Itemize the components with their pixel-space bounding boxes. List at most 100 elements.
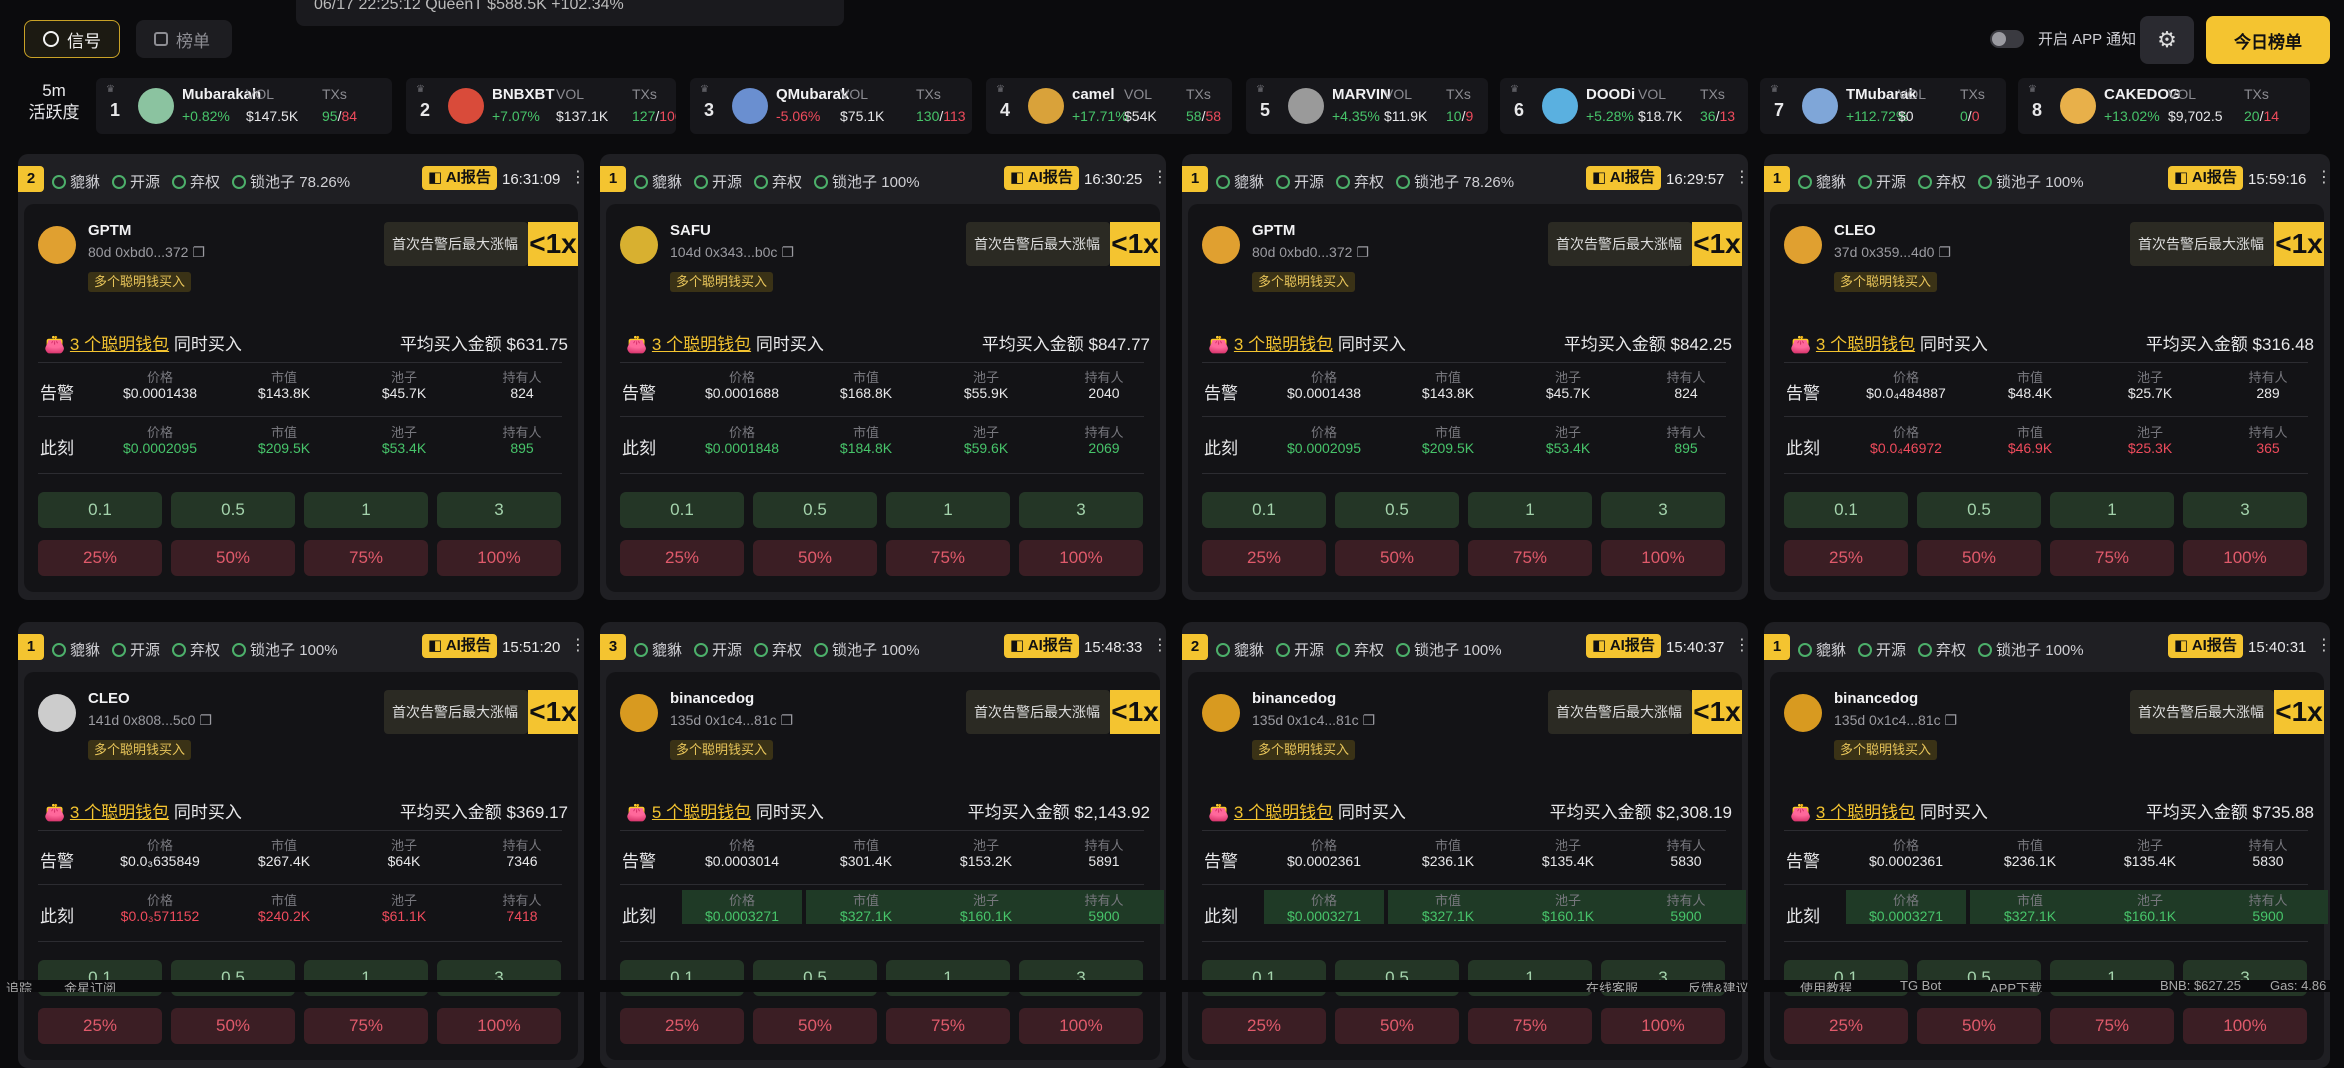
quick-buy-button[interactable]: 0.5 (171, 492, 295, 528)
ai-report-button[interactable]: ◧ AI报告 (422, 166, 497, 190)
quick-sell-button[interactable]: 50% (753, 1008, 877, 1044)
copy-icon[interactable]: ❐ (781, 244, 794, 260)
footer-tgbot[interactable]: TG Bot (1900, 980, 1941, 992)
quick-buy-button[interactable]: 0.5 (1917, 492, 2041, 528)
copy-icon[interactable]: ❐ (199, 712, 212, 728)
smart-wallet-link[interactable]: 3 个聪明钱包 (1234, 335, 1333, 354)
ticker-item[interactable]: ♛ 1 Mubarakah +0.82% VOL $147.5K TXs 95/84 (96, 78, 392, 134)
quick-sell-button[interactable]: 100% (437, 1008, 561, 1044)
more-icon[interactable]: ⋮ (2316, 167, 2330, 187)
more-icon[interactable]: ⋮ (1734, 635, 1748, 655)
quick-sell-button[interactable]: 100% (1019, 1008, 1143, 1044)
quick-sell-button[interactable]: 50% (1335, 540, 1459, 576)
quick-sell-button[interactable]: 100% (2183, 1008, 2307, 1044)
quick-sell-button[interactable]: 50% (1917, 540, 2041, 576)
quick-sell-button[interactable]: 75% (2050, 540, 2174, 576)
settings-button[interactable]: ⚙ (2140, 16, 2194, 64)
footer-subscribe[interactable]: 金星订阅 (64, 980, 116, 992)
quick-buy-button[interactable]: 1 (1468, 492, 1592, 528)
smart-wallet-link[interactable]: 3 个聪明钱包 (1816, 803, 1915, 822)
smart-wallet-link[interactable]: 3 个聪明钱包 (652, 335, 751, 354)
quick-sell-button[interactable]: 100% (437, 540, 561, 576)
ai-report-button[interactable]: ◧ AI报告 (1004, 166, 1079, 190)
copy-icon[interactable]: ❐ (1363, 712, 1376, 728)
ai-report-button[interactable]: ◧ AI报告 (1586, 166, 1661, 190)
more-icon[interactable]: ⋮ (570, 635, 584, 655)
notify-toggle[interactable] (1990, 30, 2024, 48)
quick-buy-button[interactable]: 3 (2183, 492, 2307, 528)
quick-sell-button[interactable]: 25% (38, 540, 162, 576)
quick-buy-button[interactable]: 0.1 (620, 492, 744, 528)
quick-sell-button[interactable]: 50% (1917, 1008, 2041, 1044)
quick-sell-button[interactable]: 50% (1335, 1008, 1459, 1044)
quick-buy-button[interactable]: 1 (886, 492, 1010, 528)
quick-buy-button[interactable]: 1 (304, 492, 428, 528)
copy-icon[interactable]: ❐ (1938, 244, 1951, 260)
smart-wallet-link[interactable]: 3 个聪明钱包 (70, 335, 169, 354)
timeframe-selector[interactable]: 5m 活跃度 (26, 80, 82, 124)
smart-wallet-link[interactable]: 3 个聪明钱包 (1816, 335, 1915, 354)
quick-sell-button[interactable]: 25% (1202, 1008, 1326, 1044)
ai-report-button[interactable]: ◧ AI报告 (422, 634, 497, 658)
quick-sell-button[interactable]: 75% (886, 540, 1010, 576)
quick-sell-button[interactable]: 50% (753, 540, 877, 576)
quick-sell-button[interactable]: 25% (1784, 540, 1908, 576)
smart-wallet-link[interactable]: 5 个聪明钱包 (652, 803, 751, 822)
quick-buy-button[interactable]: 3 (437, 492, 561, 528)
quick-buy-button[interactable]: 0.1 (1784, 492, 1908, 528)
quick-buy-button[interactable]: 3 (1019, 492, 1143, 528)
today-rank-button[interactable]: 今日榜单 (2206, 16, 2330, 64)
quick-sell-button[interactable]: 25% (1202, 540, 1326, 576)
ai-report-button[interactable]: ◧ AI报告 (2168, 634, 2243, 658)
more-icon[interactable]: ⋮ (570, 167, 584, 187)
ticker-item[interactable]: ♛ 7 TMubarak +112.72% VOL $0 TXs 0/0 (1760, 78, 2006, 134)
more-icon[interactable]: ⋮ (2316, 635, 2330, 655)
ticker-item[interactable]: ♛ 2 BNBXBT +7.07% VOL $137.1K TXs 127/100 (406, 78, 676, 134)
quick-buy-button[interactable]: 1 (2050, 492, 2174, 528)
quick-sell-button[interactable]: 25% (620, 1008, 744, 1044)
ticker-item[interactable]: ♛ 5 MARVIN +4.35% VOL $11.9K TXs 10/9 (1246, 78, 1488, 134)
more-icon[interactable]: ⋮ (1152, 167, 1166, 187)
latest-alert-popup[interactable]: 06/17 22:25:12 QueenT $588.5K +102.34% (296, 0, 844, 26)
quick-sell-button[interactable]: 50% (171, 1008, 295, 1044)
quick-sell-button[interactable]: 100% (1601, 1008, 1725, 1044)
footer-app[interactable]: APP下载 (1990, 980, 2042, 992)
ticker-item[interactable]: ♛ 6 DOODi +5.28% VOL $18.7K TXs 36/13 (1500, 78, 1748, 134)
footer-support[interactable]: 在线客服 (1586, 980, 1638, 992)
copy-icon[interactable]: ❐ (192, 244, 205, 260)
quick-sell-button[interactable]: 25% (38, 1008, 162, 1044)
quick-buy-button[interactable]: 0.5 (1335, 492, 1459, 528)
quick-sell-button[interactable]: 100% (2183, 540, 2307, 576)
copy-icon[interactable]: ❐ (1945, 712, 1958, 728)
footer-feedback[interactable]: 反馈&建议 (1688, 980, 1749, 992)
tab-rank[interactable]: 榜单 (136, 20, 232, 58)
quick-sell-button[interactable]: 75% (304, 1008, 428, 1044)
ai-report-button[interactable]: ◧ AI报告 (1004, 634, 1079, 658)
footer-tutorial[interactable]: 使用教程 (1800, 980, 1852, 992)
smart-wallet-link[interactable]: 3 个聪明钱包 (70, 803, 169, 822)
ticker-item[interactable]: ♛ 3 QMubarak -5.06% VOL $75.1K TXs 130/113 (690, 78, 972, 134)
quick-buy-button[interactable]: 3 (1601, 492, 1725, 528)
quick-sell-button[interactable]: 75% (2050, 1008, 2174, 1044)
more-icon[interactable]: ⋮ (1734, 167, 1748, 187)
quick-sell-button[interactable]: 75% (1468, 1008, 1592, 1044)
more-icon[interactable]: ⋮ (1152, 635, 1166, 655)
quick-sell-button[interactable]: 50% (171, 540, 295, 576)
copy-icon[interactable]: ❐ (781, 712, 794, 728)
copy-icon[interactable]: ❐ (1356, 244, 1369, 260)
quick-buy-button[interactable]: 0.1 (1202, 492, 1326, 528)
ai-report-button[interactable]: ◧ AI报告 (2168, 166, 2243, 190)
quick-sell-button[interactable]: 75% (304, 540, 428, 576)
quick-sell-button[interactable]: 100% (1019, 540, 1143, 576)
quick-buy-button[interactable]: 0.5 (753, 492, 877, 528)
ticker-item[interactable]: ♛ 8 CAKEDOG +13.02% VOL $9,702.5 TXs 20/14 (2018, 78, 2310, 134)
quick-sell-button[interactable]: 75% (886, 1008, 1010, 1044)
quick-sell-button[interactable]: 25% (620, 540, 744, 576)
quick-sell-button[interactable]: 25% (1784, 1008, 1908, 1044)
tab-signal[interactable]: 信号 (24, 20, 120, 58)
quick-sell-button[interactable]: 100% (1601, 540, 1725, 576)
ticker-item[interactable]: ♛ 4 camel +17.71% VOL $54K TXs 58/58 (986, 78, 1232, 134)
footer-track[interactable]: 追踪 (6, 980, 32, 992)
ai-report-button[interactable]: ◧ AI报告 (1586, 634, 1661, 658)
quick-sell-button[interactable]: 75% (1468, 540, 1592, 576)
